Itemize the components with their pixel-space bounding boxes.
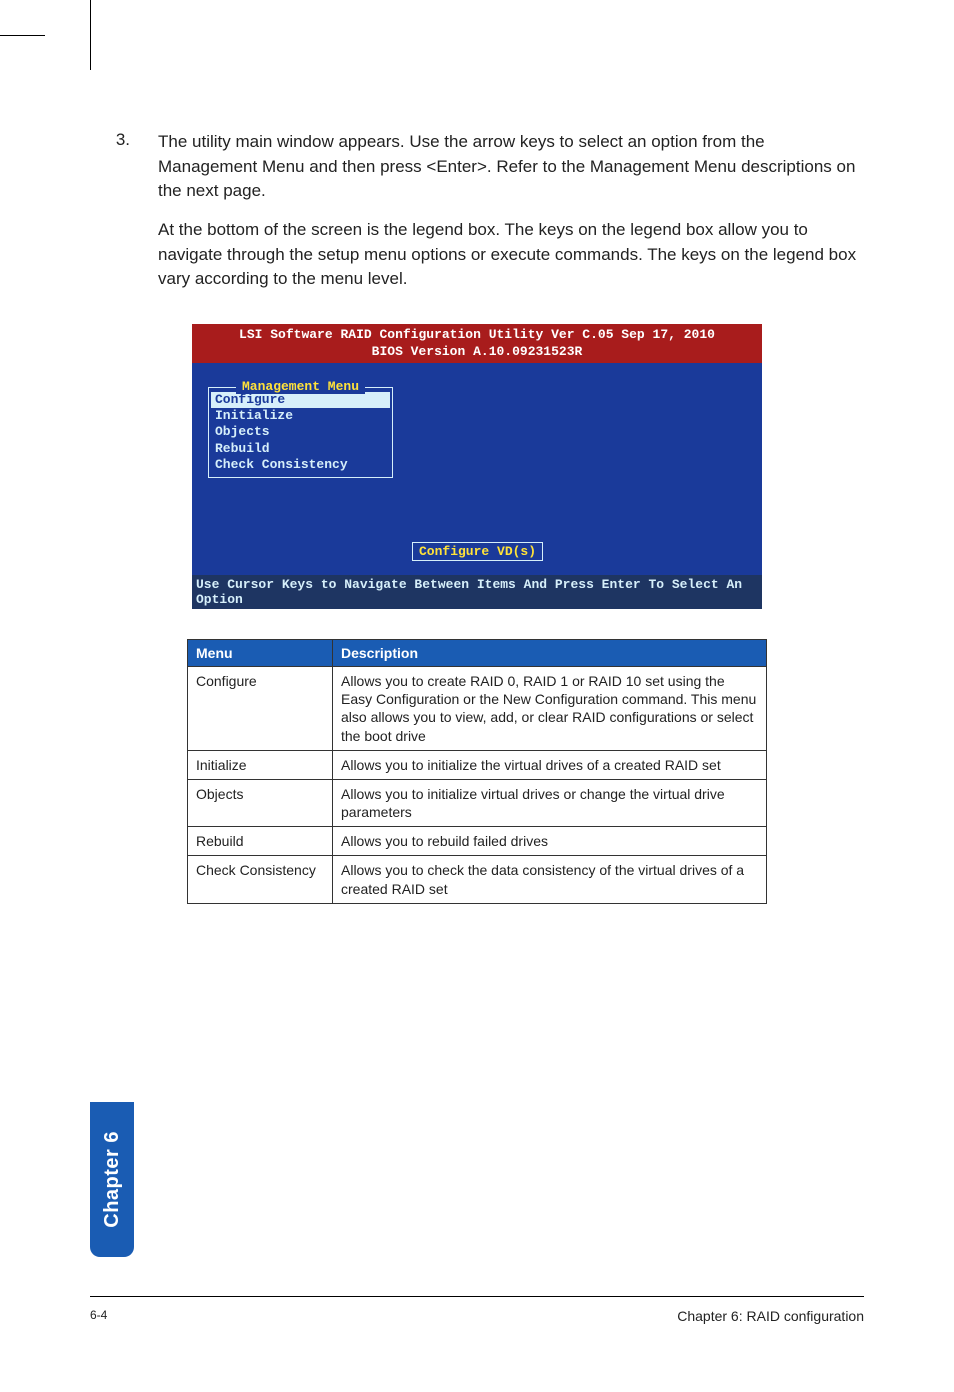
step-paragraph-1: The utility main window appears. Use the…	[158, 130, 864, 204]
menu-item-check-consistency[interactable]: Check Consistency	[211, 457, 390, 473]
table-header-description: Description	[333, 639, 767, 666]
table-cell-desc: Allows you to initialize virtual drives …	[333, 779, 767, 826]
bios-title-line2: BIOS Version A.10.09231523R	[196, 343, 758, 361]
chapter-tab-label: Chapter 6	[101, 1131, 124, 1228]
menu-item-configure[interactable]: Configure	[211, 392, 390, 408]
management-menu-title: Management Menu	[236, 379, 365, 394]
table-cell-menu: Check Consistency	[188, 856, 333, 903]
table-row: Configure Allows you to create RAID 0, R…	[188, 666, 767, 750]
bios-title-line1: LSI Software RAID Configuration Utility …	[196, 326, 758, 344]
table-cell-menu: Configure	[188, 666, 333, 750]
table-cell-desc: Allows you to create RAID 0, RAID 1 or R…	[333, 666, 767, 750]
menu-item-rebuild[interactable]: Rebuild	[211, 441, 390, 457]
bios-screenshot: LSI Software RAID Configuration Utility …	[192, 324, 762, 609]
configure-vd-hint: Configure VD(s)	[412, 542, 543, 561]
table-cell-desc: Allows you to rebuild failed drives	[333, 827, 767, 856]
table-row: Objects Allows you to initialize virtual…	[188, 779, 767, 826]
step-number: 3.	[90, 130, 130, 306]
table-cell-desc: Allows you to check the data consistency…	[333, 856, 767, 903]
menu-item-initialize[interactable]: Initialize	[211, 408, 390, 424]
page-footer: 6-4 Chapter 6: RAID configuration	[90, 1308, 864, 1324]
table-cell-menu: Objects	[188, 779, 333, 826]
table-body: Configure Allows you to create RAID 0, R…	[188, 666, 767, 903]
step-body: The utility main window appears. Use the…	[158, 130, 864, 306]
step-paragraph-2: At the bottom of the screen is the legen…	[158, 218, 864, 292]
management-menu-box: Management Menu Configure Initialize Obj…	[208, 387, 393, 478]
table-row: Check Consistency Allows you to check th…	[188, 856, 767, 903]
chapter-side-tab: Chapter 6	[90, 1102, 134, 1257]
management-menu-title-wrap: Management Menu	[221, 379, 380, 394]
table-row: Rebuild Allows you to rebuild failed dri…	[188, 827, 767, 856]
bios-legend-bar: Use Cursor Keys to Navigate Between Item…	[192, 575, 762, 609]
management-menu-items: Configure Initialize Objects Rebuild Che…	[209, 388, 392, 477]
chapter-footer-title: Chapter 6: RAID configuration	[677, 1308, 864, 1324]
menu-description-table: Menu Description Configure Allows you to…	[187, 639, 767, 904]
bios-header: LSI Software RAID Configuration Utility …	[192, 324, 762, 363]
document-page: 3. The utility main window appears. Use …	[0, 0, 954, 1392]
table-row: Initialize Allows you to initialize the …	[188, 750, 767, 779]
instruction-step: 3. The utility main window appears. Use …	[90, 130, 864, 306]
crop-mark-horizontal	[0, 35, 45, 36]
menu-item-objects[interactable]: Objects	[211, 424, 390, 440]
table-header-menu: Menu	[188, 639, 333, 666]
table-cell-menu: Rebuild	[188, 827, 333, 856]
table-cell-desc: Allows you to initialize the virtual dri…	[333, 750, 767, 779]
page-number: 6-4	[90, 1308, 107, 1324]
crop-mark-vertical	[90, 0, 91, 70]
bios-body: Management Menu Configure Initialize Obj…	[192, 363, 762, 575]
table-header-row: Menu Description	[188, 639, 767, 666]
footer-divider	[90, 1296, 864, 1297]
configure-vd-text: Configure VD(s)	[419, 544, 536, 559]
table-cell-menu: Initialize	[188, 750, 333, 779]
